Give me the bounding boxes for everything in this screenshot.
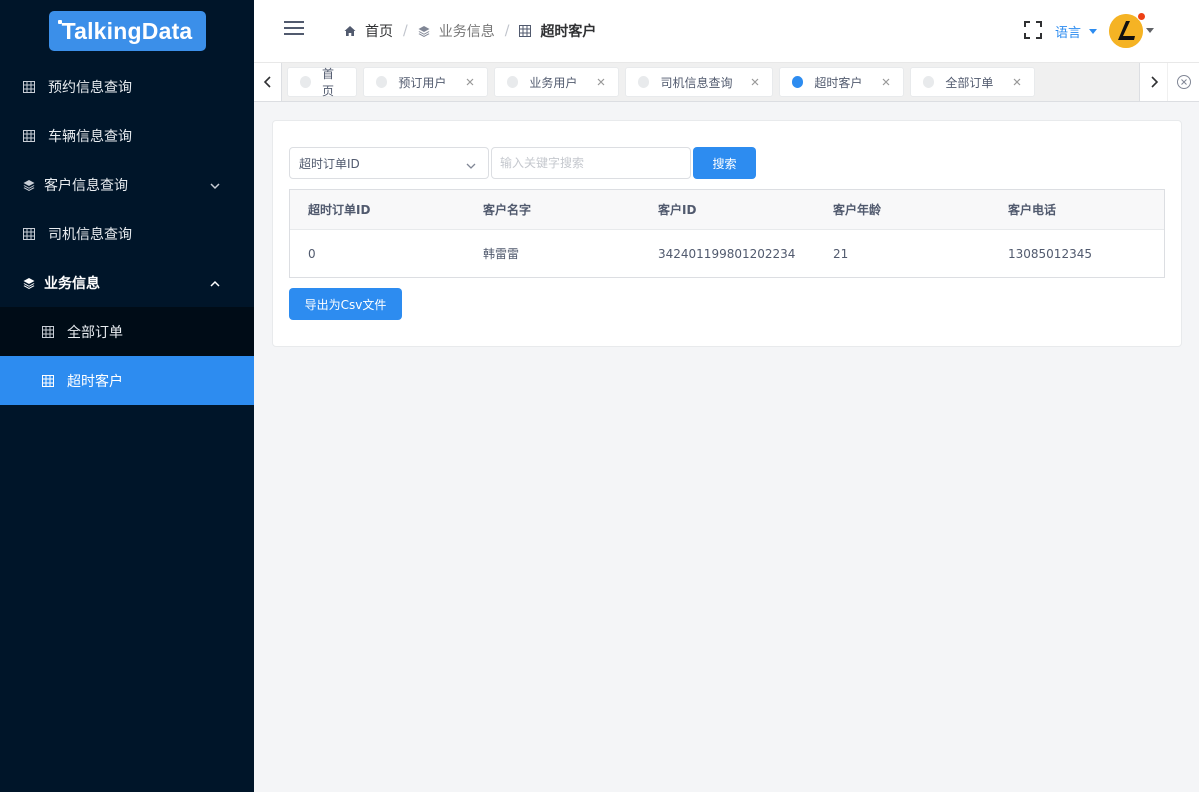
tabs: 首页 预订用户 业务用户 司机信息查询 超时客户 全部订单	[287, 67, 1041, 98]
close-all-tabs-button[interactable]	[1168, 63, 1199, 101]
tab-timeout-customers[interactable]: 超时客户	[779, 67, 904, 97]
grid-icon	[23, 227, 35, 240]
tab-label: 预订用户	[398, 75, 447, 90]
sidebar-item-business-info[interactable]: 业务信息	[0, 258, 254, 307]
tabs-bar: 首页 预订用户 业务用户 司机信息查询 超时客户 全部订单	[254, 62, 1199, 102]
search-button[interactable]: 搜索	[693, 147, 756, 179]
fullscreen-icon[interactable]	[1024, 21, 1042, 39]
sidebar-item-label: 全部订单	[67, 324, 123, 341]
search-field-select[interactable]: 超时订单ID	[289, 147, 489, 179]
table-row[interactable]: 0 韩雷雷 342401199801202234 21 13085012345	[290, 230, 1164, 277]
column-header: 客户年龄	[833, 203, 882, 217]
sidebar-item-label: 车辆信息查询	[48, 128, 132, 145]
sidebar-item-driver-query[interactable]: 司机信息查询	[0, 209, 254, 258]
breadcrumb-separator: /	[504, 23, 510, 39]
sidebar-item-label: 预约信息查询	[48, 79, 132, 96]
breadcrumb-home-label: 首页	[365, 24, 393, 40]
layers-icon	[23, 179, 35, 191]
language-label: 语言	[1055, 26, 1082, 41]
caret-down-icon	[1089, 29, 1098, 34]
chevron-down-icon	[209, 179, 221, 190]
sidebar-item-label: 业务信息	[44, 275, 100, 292]
tabs-scroll-right-button[interactable]	[1139, 63, 1167, 101]
results-table: 超时订单ID 客户名字 客户ID 客户年龄 客户电话 0 韩雷雷 3424011…	[289, 189, 1165, 278]
breadcrumb-current: 超时客户	[519, 21, 596, 41]
logo-area: TalkingData	[0, 0, 254, 62]
breadcrumb-home[interactable]: 首页	[344, 21, 393, 41]
table-cell: 13085012345	[1008, 246, 1092, 261]
close-icon[interactable]	[596, 77, 606, 87]
tab-booking-users[interactable]: 预订用户	[363, 67, 488, 97]
tab-label: 首页	[322, 67, 335, 98]
notification-badge	[1137, 12, 1146, 21]
tab-all-orders[interactable]: 全部订单	[910, 67, 1035, 97]
grid-icon	[42, 374, 54, 387]
close-icon[interactable]	[750, 77, 760, 87]
chevron-down-icon	[466, 159, 476, 169]
language-dropdown[interactable]: 语言	[1055, 22, 1098, 41]
logo-dot	[57, 20, 62, 24]
sidebar-item-booking-query[interactable]: 预约信息查询	[0, 62, 254, 111]
layers-icon	[23, 277, 35, 289]
table-cell: 342401199801202234	[658, 246, 796, 261]
logo[interactable]: TalkingData	[48, 11, 206, 51]
sidebar-item-label: 司机信息查询	[48, 226, 132, 243]
caret-down-icon[interactable]	[1146, 28, 1154, 33]
grid-icon	[519, 25, 532, 37]
tab-label: 司机信息查询	[660, 75, 733, 90]
tab-status-dot	[792, 76, 804, 88]
header: 首页 / 业务信息 / 超时客户 语言	[254, 0, 1199, 62]
table-cell: 韩雷雷	[483, 247, 520, 261]
tab-status-dot	[923, 76, 935, 88]
select-value: 超时订单ID	[299, 156, 360, 171]
chevron-up-icon	[209, 277, 221, 287]
tab-status-dot	[507, 76, 519, 88]
column-header: 客户名字	[483, 203, 532, 217]
sidebar-item-label: 客户信息查询	[44, 177, 128, 194]
tab-label: 业务用户	[529, 75, 578, 90]
breadcrumb-parent[interactable]: 业务信息	[418, 21, 495, 41]
search-input[interactable]	[491, 147, 691, 179]
sidebar-item-vehicle-query[interactable]: 车辆信息查询	[0, 111, 254, 160]
tab-label: 超时客户	[814, 75, 863, 90]
tab-status-dot	[300, 76, 311, 88]
tab-status-dot	[376, 76, 388, 88]
content-card: 超时订单ID 搜索 超时订单ID 客户名字 客户ID 客户年龄 客户电话 0 韩…	[272, 120, 1182, 347]
grid-icon	[23, 80, 35, 93]
sidebar-item-customer-query[interactable]: 客户信息查询	[0, 160, 254, 209]
close-icon[interactable]	[465, 77, 475, 87]
column-header: 客户电话	[1008, 203, 1057, 217]
table-header: 超时订单ID 客户名字 客户ID 客户年龄 客户电话	[290, 190, 1164, 230]
column-header: 超时订单ID	[308, 203, 371, 217]
menu-toggle-icon[interactable]	[284, 20, 304, 36]
column-header: 客户ID	[658, 203, 697, 217]
grid-icon	[42, 325, 54, 338]
close-icon[interactable]	[1012, 77, 1022, 87]
export-csv-button[interactable]: 导出为Csv文件	[289, 288, 402, 320]
sidebar-item-all-orders[interactable]: 全部订单	[0, 307, 254, 356]
logo-text: TalkingData	[61, 17, 193, 44]
sidebar-item-timeout-customers[interactable]: 超时客户	[0, 356, 254, 405]
tab-driver-query[interactable]: 司机信息查询	[625, 67, 773, 97]
sidebar: TalkingData 预约信息查询 车辆信息查询 客户信息查询 司机信息查询	[0, 0, 254, 792]
tab-status-dot	[638, 76, 650, 88]
tab-label: 全部订单	[945, 75, 994, 90]
breadcrumb: 首页 / 业务信息 / 超时客户	[344, 0, 596, 62]
home-icon	[344, 25, 356, 37]
tab-home[interactable]: 首页	[287, 67, 357, 98]
breadcrumb-parent-label: 业务信息	[438, 24, 495, 40]
tab-business-users[interactable]: 业务用户	[494, 67, 619, 97]
layers-icon	[418, 25, 430, 37]
table-cell: 0	[308, 246, 316, 261]
grid-icon	[23, 129, 35, 142]
table-cell: 21	[833, 246, 849, 261]
breadcrumb-separator: /	[403, 23, 408, 39]
close-icon[interactable]	[881, 77, 891, 87]
sidebar-item-label: 超时客户	[67, 373, 123, 390]
breadcrumb-current-label: 超时客户	[540, 24, 597, 40]
tabs-scroll-left-button[interactable]	[254, 63, 282, 101]
